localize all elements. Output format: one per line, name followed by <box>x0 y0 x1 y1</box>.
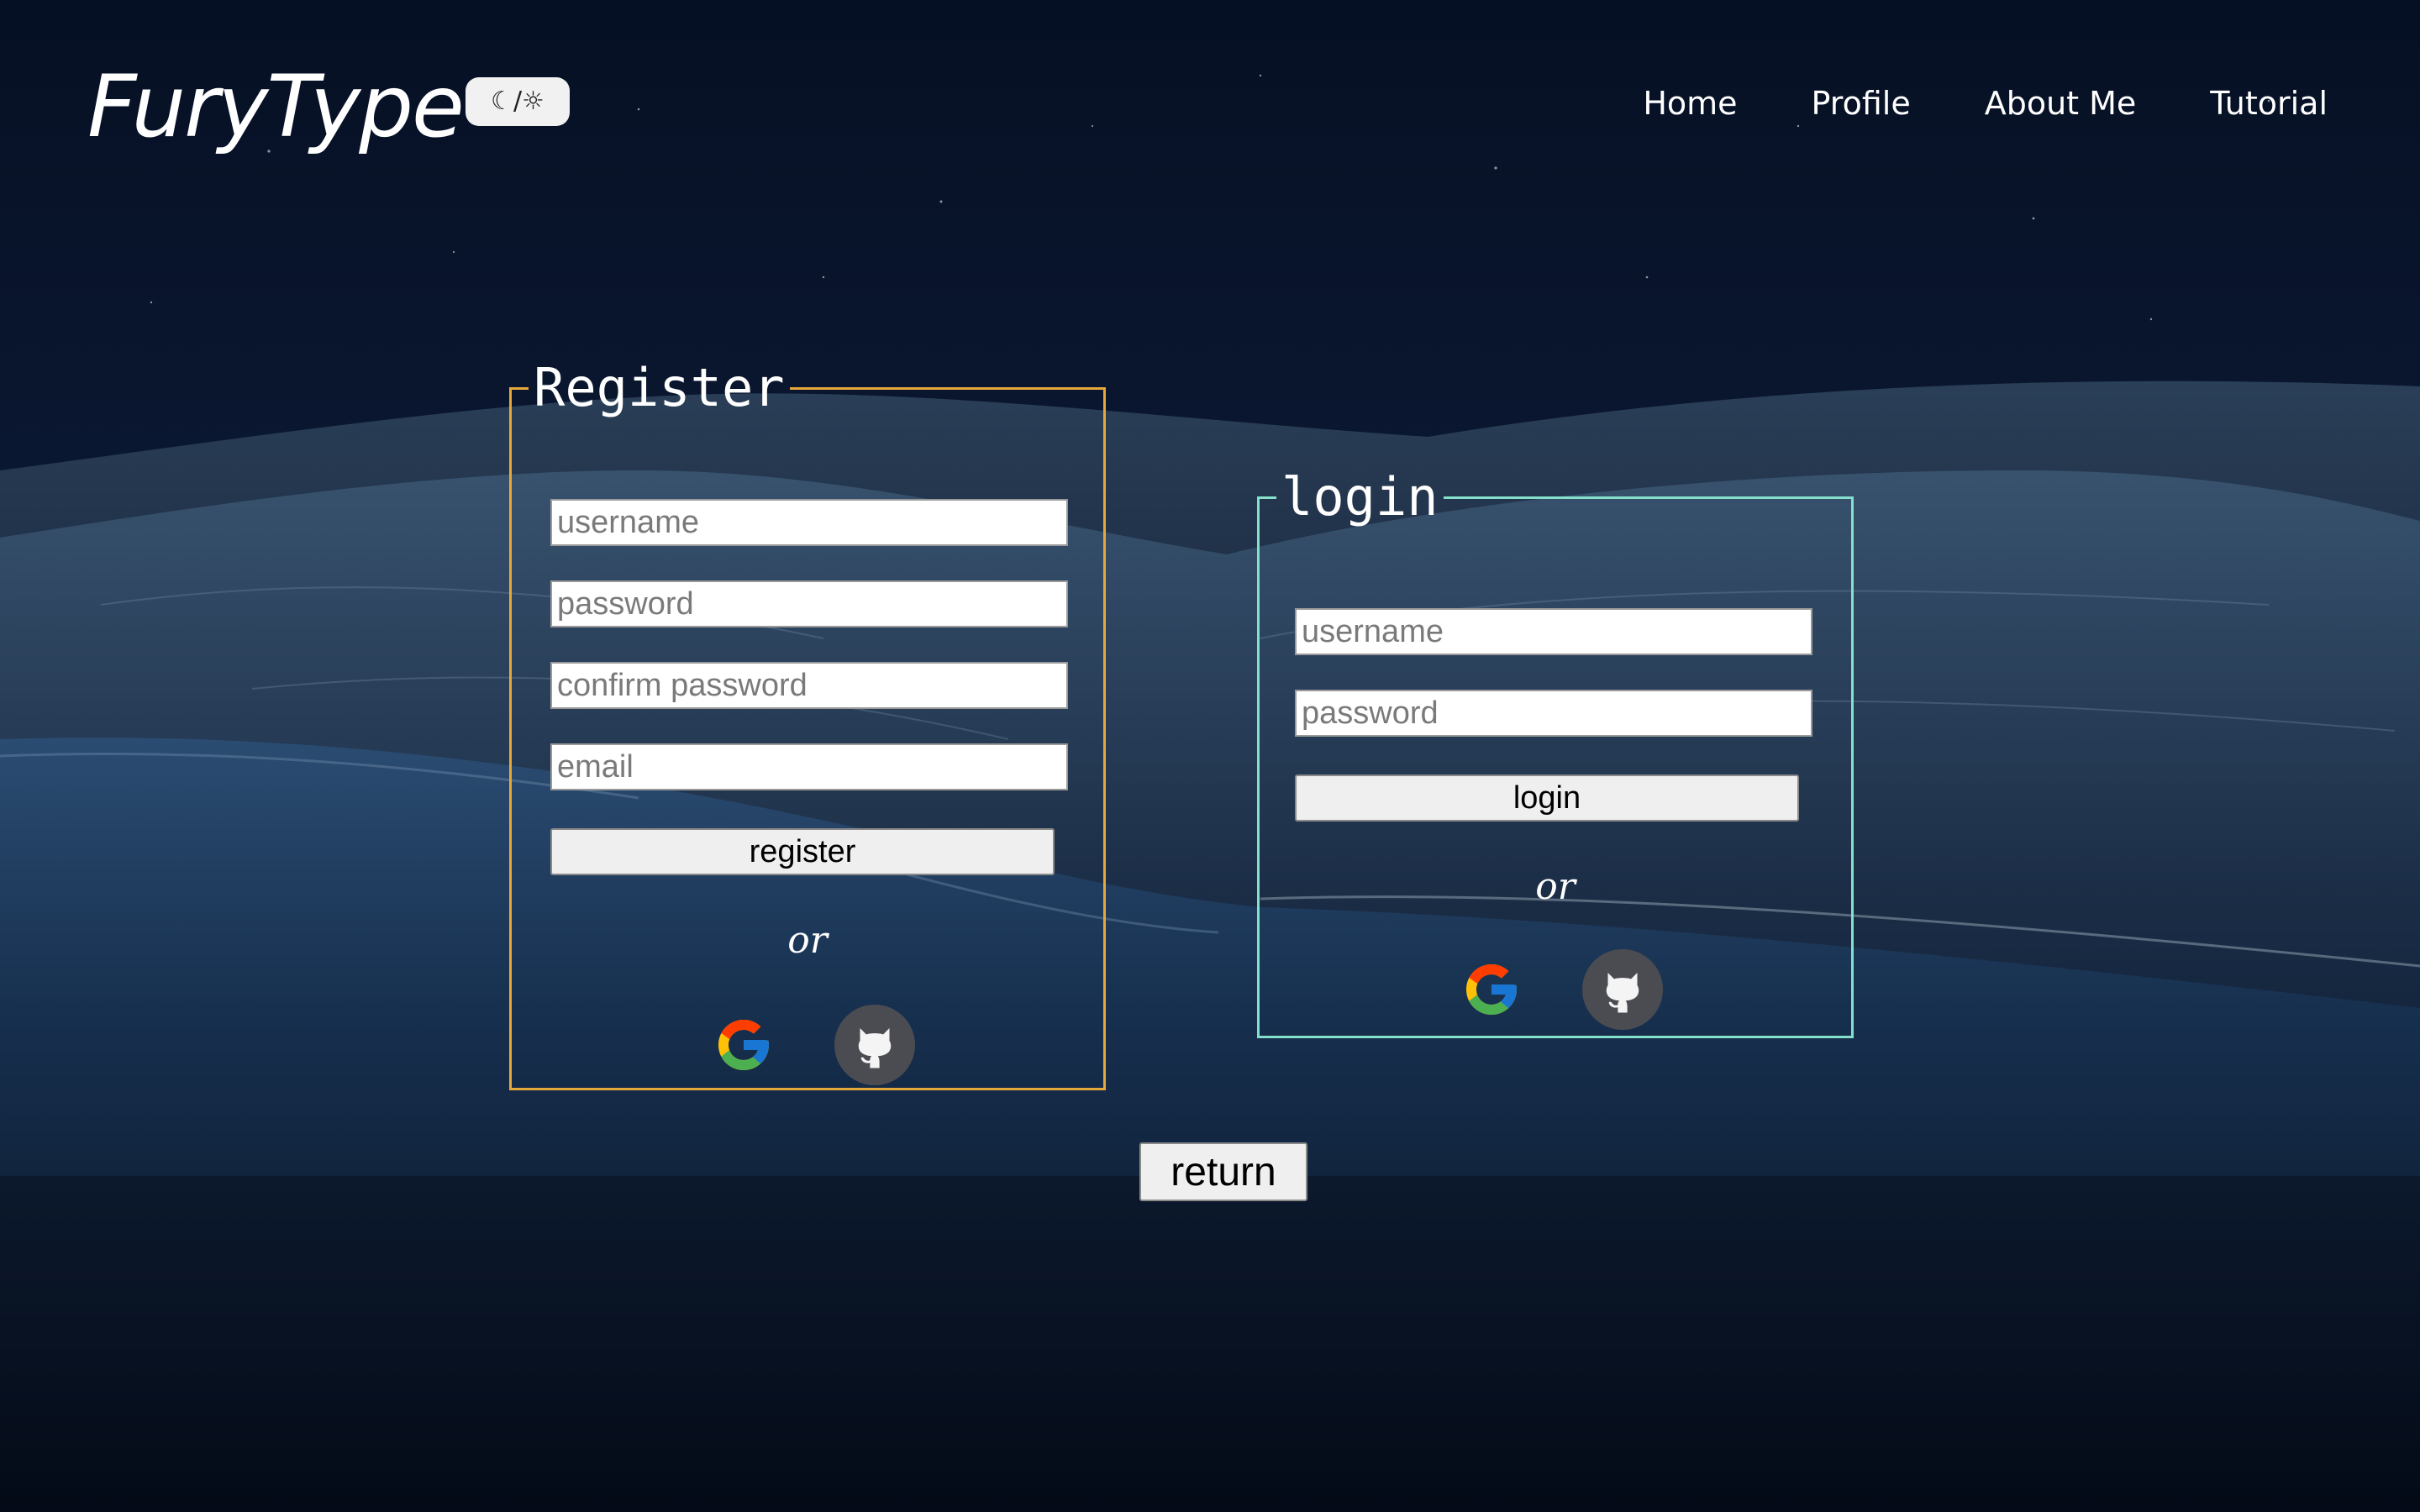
nav-profile[interactable]: Profile <box>1812 81 1911 126</box>
theme-toggle-button[interactable]: ☾/☼ <box>466 77 570 126</box>
register-or-divider: or <box>787 919 828 962</box>
nav-about-me[interactable]: About Me <box>1985 81 2137 126</box>
google-register-button[interactable] <box>703 1005 784 1085</box>
google-icon <box>1466 964 1517 1015</box>
site-logo[interactable]: FuryType <box>87 49 465 166</box>
github-login-button[interactable] <box>1582 949 1663 1030</box>
github-icon <box>1606 973 1639 1013</box>
google-login-button[interactable] <box>1451 949 1532 1030</box>
register-password-input[interactable] <box>550 580 1068 627</box>
background-landscape <box>0 0 2420 1512</box>
login-password-input[interactable] <box>1295 690 1812 737</box>
login-panel: login login or <box>1257 470 1854 1038</box>
register-username-input[interactable] <box>550 499 1068 546</box>
login-button[interactable]: login <box>1295 774 1799 822</box>
register-button[interactable]: register <box>550 828 1055 875</box>
register-email-input[interactable] <box>550 743 1068 790</box>
return-button[interactable]: return <box>1139 1142 1307 1201</box>
login-title: login <box>1281 466 1439 528</box>
login-username-input[interactable] <box>1295 608 1812 655</box>
nav-tutorial[interactable]: Tutorial <box>2210 81 2328 126</box>
nav-home[interactable]: Home <box>1643 81 1737 126</box>
login-or-divider: or <box>1535 865 1576 908</box>
github-register-button[interactable] <box>834 1005 915 1085</box>
github-icon <box>858 1028 892 1068</box>
register-panel: Register register or <box>509 361 1106 1090</box>
google-icon <box>718 1020 769 1070</box>
main-nav: Home Profile About Me Tutorial <box>1643 81 2328 126</box>
register-title: Register <box>534 357 785 418</box>
register-confirm-password-input[interactable] <box>550 662 1068 709</box>
